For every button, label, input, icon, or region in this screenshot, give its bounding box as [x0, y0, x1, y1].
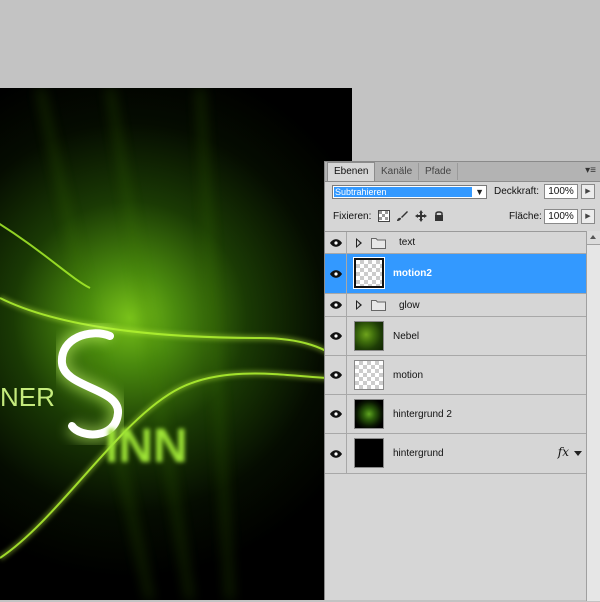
layers-panel: Ebenen Kanäle Pfade ▾≡ Subtrahieren ▼ De…: [324, 161, 600, 602]
visibility-toggle[interactable]: [325, 254, 347, 293]
lock-image-pixels-brush-icon[interactable]: [396, 210, 408, 222]
panel-menu-icon[interactable]: ▾≡: [585, 165, 596, 177]
layer-nebel[interactable]: Nebel: [325, 317, 586, 356]
folder-icon: [371, 237, 386, 249]
layer-hintergrund[interactable]: hintergrund fx: [325, 434, 586, 474]
layer-thumbnail: [354, 399, 384, 429]
blend-mode-select[interactable]: Subtrahieren ▼: [332, 185, 487, 199]
layer-list: text motion2 glow Nebel motion hintergru…: [325, 231, 586, 602]
layer-motion[interactable]: motion: [325, 356, 586, 395]
eye-icon: [330, 410, 342, 418]
folder-icon: [371, 300, 386, 311]
artwork: NER INN: [0, 88, 352, 600]
document-canvas[interactable]: NER INN: [0, 88, 352, 600]
eye-icon: [330, 238, 342, 247]
visibility-toggle[interactable]: [325, 317, 347, 355]
visibility-toggle[interactable]: [325, 232, 347, 253]
visibility-toggle[interactable]: [325, 395, 347, 433]
eye-icon: [330, 332, 342, 340]
artwork-text-ner: NER: [0, 382, 55, 412]
expand-arrow-icon[interactable]: [356, 237, 362, 248]
blend-mode-value: Subtrahieren: [334, 187, 472, 197]
layer-thumbnail: [354, 360, 384, 390]
layer-thumbnail: [354, 438, 384, 468]
visibility-toggle[interactable]: [325, 434, 347, 473]
layer-name: motion: [393, 370, 424, 381]
expand-arrow-icon[interactable]: [356, 300, 362, 310]
lock-label: Fixieren:: [333, 211, 372, 222]
eye-icon: [330, 301, 342, 309]
artwork-text-inn: INN: [105, 420, 188, 473]
effects-expand-icon[interactable]: [574, 450, 582, 456]
opacity-label: Deckkraft:: [494, 186, 540, 197]
layer-thumbnail: [354, 321, 384, 351]
layer-effects-icon[interactable]: fx: [558, 445, 569, 459]
eye-icon: [330, 371, 342, 379]
layer-name: hintergrund 2: [393, 409, 452, 420]
layer-list-scrollbar[interactable]: [586, 231, 600, 601]
chevron-down-icon: ▼: [475, 187, 484, 197]
layer-motion2[interactable]: motion2: [325, 254, 586, 294]
panel-tab-bar: Ebenen Kanäle Pfade ▾≡: [325, 162, 600, 182]
tab-pfade[interactable]: Pfade: [419, 163, 459, 180]
layer-group-glow[interactable]: glow: [325, 294, 586, 317]
tab-kanaele[interactable]: Kanäle: [375, 163, 420, 180]
visibility-toggle[interactable]: [325, 356, 347, 394]
fill-slider-button[interactable]: ▶: [581, 209, 595, 224]
layer-group-text[interactable]: text: [325, 232, 586, 254]
lock-position-move-icon[interactable]: [415, 210, 427, 222]
layer-name: hintergrund: [393, 448, 444, 459]
eye-icon: [330, 269, 342, 278]
fill-input[interactable]: 100%: [544, 209, 578, 224]
layer-thumbnail: [353, 257, 385, 289]
tab-ebenen[interactable]: Ebenen: [327, 162, 376, 181]
layer-name: motion2: [393, 268, 432, 279]
layer-name: glow: [399, 300, 420, 311]
fill-label: Fläche:: [509, 211, 542, 222]
opacity-input[interactable]: 100%: [544, 184, 578, 199]
layer-name: text: [399, 237, 416, 248]
layer-name: Nebel: [393, 331, 420, 342]
scroll-up-arrow-icon[interactable]: [587, 231, 600, 245]
lock-all-padlock-icon[interactable]: [433, 210, 445, 222]
layer-hintergrund-2[interactable]: hintergrund 2: [325, 395, 586, 434]
lock-transparent-pixels-icon[interactable]: [378, 210, 390, 222]
visibility-toggle[interactable]: [325, 294, 347, 316]
opacity-slider-button[interactable]: ▶: [581, 184, 595, 199]
eye-icon: [330, 449, 342, 458]
